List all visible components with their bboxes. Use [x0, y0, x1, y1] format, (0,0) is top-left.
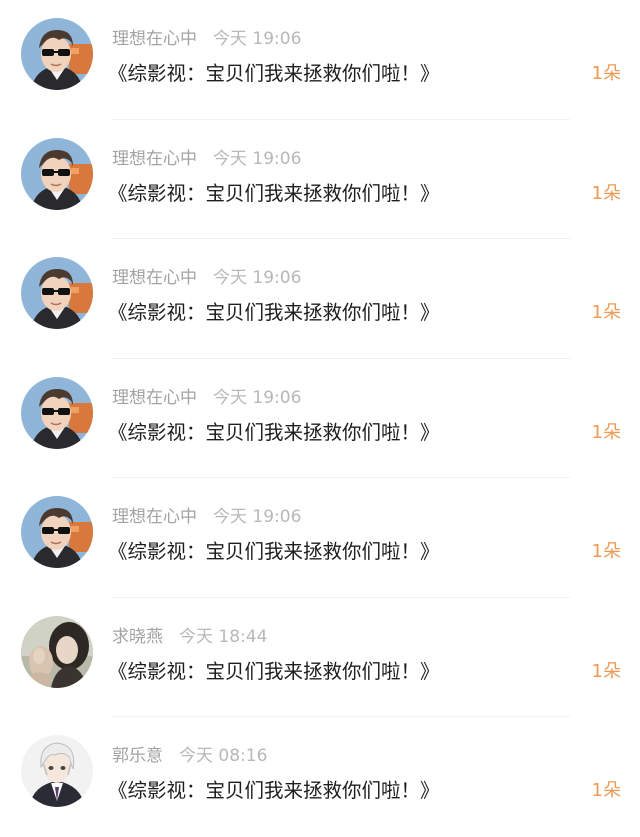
flower-count[interactable]: 1朵: [592, 62, 621, 86]
list-item[interactable]: 理想在心中 今天 19:06 《综影视：宝贝们我来拯救你们啦！》 1朵: [0, 0, 640, 120]
flower-count[interactable]: 1朵: [592, 301, 621, 325]
message-text: 《综影视：宝贝们我来拯救你们啦！》: [108, 659, 440, 683]
timestamp: 今天 19:06: [213, 507, 302, 527]
timestamp: 今天 19:06: [213, 29, 302, 49]
item-meta: 理想在心中 今天 19:06: [112, 148, 301, 170]
username[interactable]: 理想在心中: [112, 507, 197, 527]
item-meta: 理想在心中 今天 19:06: [112, 28, 301, 50]
avatar[interactable]: [21, 376, 93, 449]
timestamp: 今天 19:06: [213, 268, 302, 288]
item-meta: 郭乐意 今天 08:16: [112, 745, 267, 767]
list-item[interactable]: 理想在心中 今天 19:06 《综影视：宝贝们我来拯救你们啦！》 1朵: [0, 359, 640, 478]
list-item[interactable]: 理想在心中 今天 19:06 《综影视：宝贝们我来拯救你们啦！》 1朵: [0, 478, 640, 598]
sunglasses-man-avatar-icon: [21, 496, 93, 568]
list-item[interactable]: 郭乐意 今天 08:16 《综影视：宝贝们我来拯救你们啦！》 1朵: [0, 717, 640, 837]
username[interactable]: 求晓燕: [112, 627, 163, 647]
list-item[interactable]: 理想在心中 今天 19:06 《综影视：宝贝们我来拯救你们啦！》 1朵: [0, 239, 640, 359]
avatar[interactable]: [21, 615, 93, 688]
item-meta: 求晓燕 今天 18:44: [112, 626, 267, 648]
message-text: 《综影视：宝贝们我来拯救你们啦！》: [108, 540, 440, 563]
list-item[interactable]: 理想在心中 今天 19:06 《综影视：宝贝们我来拯救你们啦！》 1朵: [0, 120, 640, 239]
username[interactable]: 理想在心中: [112, 29, 197, 49]
flower-count[interactable]: 1朵: [592, 779, 621, 803]
avatar[interactable]: [21, 18, 93, 90]
flower-count[interactable]: 1朵: [592, 660, 621, 684]
anime-boy-avatar-icon: [21, 735, 93, 807]
item-meta: 理想在心中 今天 19:06: [112, 387, 301, 409]
timestamp: 今天 18:44: [179, 626, 268, 647]
avatar[interactable]: [21, 137, 93, 210]
username[interactable]: 郭乐意: [112, 746, 163, 766]
sunglasses-man-avatar-icon: [21, 137, 93, 210]
timestamp: 今天 19:06: [213, 387, 302, 408]
sunglasses-man-avatar-icon: [21, 257, 93, 329]
timestamp: 今天 08:16: [179, 746, 268, 766]
flower-count[interactable]: 1朵: [592, 421, 621, 445]
flower-count[interactable]: 1朵: [592, 182, 621, 206]
item-meta: 理想在心中 今天 19:06: [112, 506, 301, 528]
item-meta: 理想在心中 今天 19:06: [112, 267, 301, 289]
username[interactable]: 理想在心中: [112, 388, 197, 408]
message-text: 《综影视：宝贝们我来拯救你们啦！》: [108, 301, 440, 324]
message-text: 《综影视：宝贝们我来拯救你们啦！》: [108, 62, 440, 85]
message-text: 《综影视：宝贝们我来拯救你们啦！》: [108, 181, 440, 205]
sunglasses-man-avatar-icon: [21, 18, 93, 90]
message-text: 《综影视：宝贝们我来拯救你们啦！》: [108, 779, 440, 802]
message-text: 《综影视：宝贝们我来拯救你们啦！》: [108, 420, 440, 444]
timestamp: 今天 19:06: [213, 148, 302, 169]
avatar[interactable]: [21, 257, 93, 329]
gift-record-list: 理想在心中 今天 19:06 《综影视：宝贝们我来拯救你们啦！》 1朵 理想在心…: [0, 0, 640, 828]
username[interactable]: 理想在心中: [112, 149, 197, 169]
girl-photo-avatar-icon: [21, 615, 93, 688]
username[interactable]: 理想在心中: [112, 268, 197, 288]
avatar[interactable]: [21, 496, 93, 568]
avatar[interactable]: [21, 735, 93, 807]
list-item[interactable]: 求晓燕 今天 18:44 《综影视：宝贝们我来拯救你们啦！》 1朵: [0, 598, 640, 717]
sunglasses-man-avatar-icon: [21, 376, 93, 449]
flower-count[interactable]: 1朵: [592, 540, 621, 564]
